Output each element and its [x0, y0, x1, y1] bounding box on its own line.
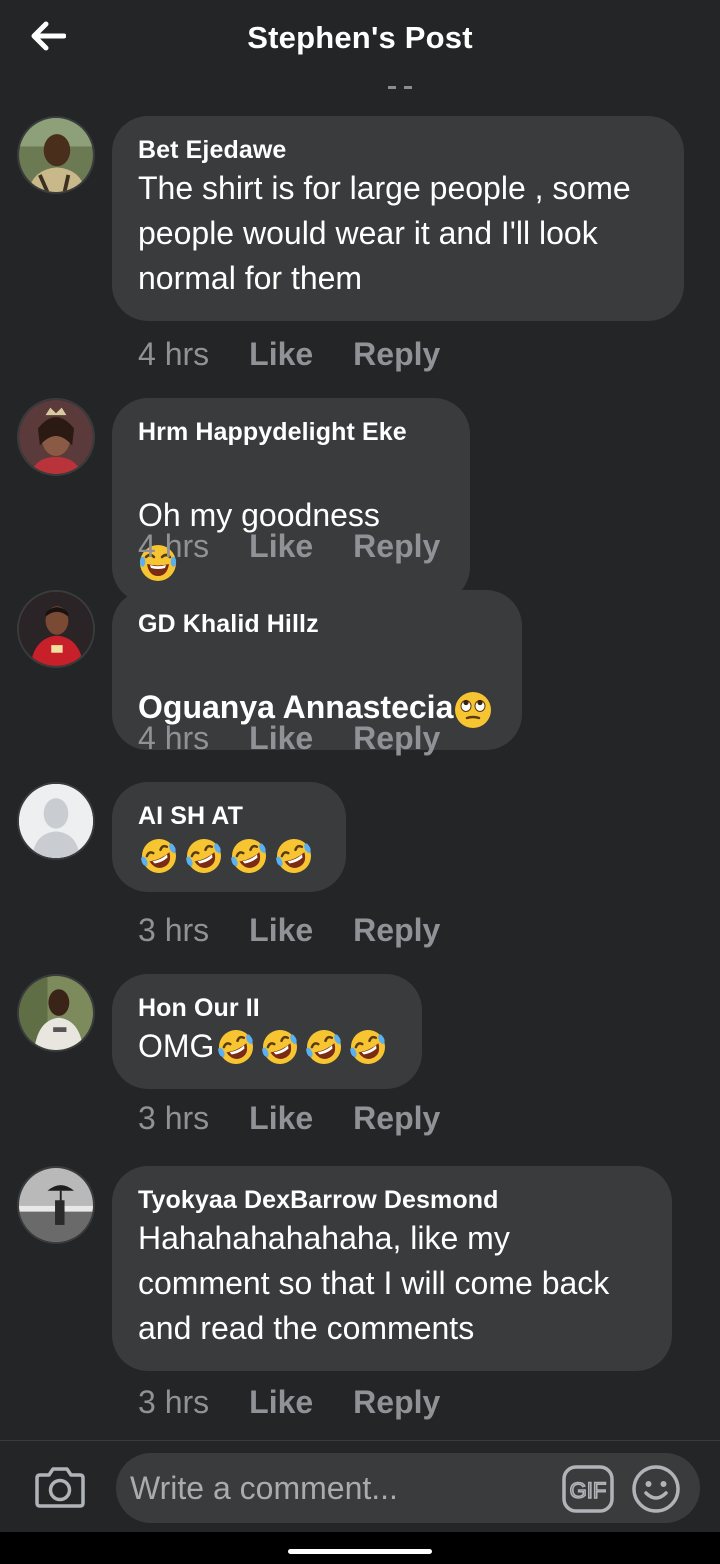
emoji-button[interactable] [630, 1463, 682, 1515]
reply-button[interactable]: Reply [353, 720, 440, 757]
camera-icon [35, 1467, 85, 1508]
comment-actions: 3 hrs Like Reply [138, 912, 440, 949]
comment-actions: 4 hrs Like Reply [138, 528, 440, 565]
rolling-on-floor-laughing-emoji-icon [262, 1029, 298, 1064]
comment-timestamp: 4 hrs [138, 720, 210, 756]
gif-button[interactable]: GIF [562, 1465, 614, 1513]
rolling-on-floor-laughing-emoji-icon [306, 1029, 342, 1064]
comment-text: The shirt is for large people , some peo… [138, 170, 631, 296]
default-profile-icon [19, 784, 93, 858]
reply-button[interactable]: Reply [353, 1100, 440, 1137]
avatar[interactable] [17, 974, 95, 1052]
comment-text: OMG [138, 1024, 396, 1069]
reply-button[interactable]: Reply [353, 528, 440, 565]
comment-text-content: OMG [138, 1028, 215, 1064]
system-nav-bar [0, 1532, 720, 1564]
comment-bubble: Hrm Happydelight Eke Oh my goodness [112, 398, 470, 603]
comment-bubble: AI SH AT [112, 782, 346, 892]
comment-author[interactable]: Hon Our II [138, 992, 396, 1024]
rolling-on-floor-laughing-emoji-icon [141, 839, 176, 873]
comment-timestamp: 3 hrs [138, 1100, 210, 1136]
avatar[interactable] [17, 590, 95, 668]
like-button[interactable]: Like [249, 336, 313, 373]
emoji-reaction-row [138, 836, 320, 876]
rolling-on-floor-laughing-emoji-icon [231, 839, 266, 873]
like-button[interactable]: Like [249, 528, 313, 565]
like-button[interactable]: Like [249, 720, 313, 757]
rolling-on-floor-laughing-emoji-icon [276, 839, 311, 873]
rolling-on-floor-laughing-emoji-icon [350, 1029, 386, 1064]
comment-timestamp: 4 hrs [138, 336, 210, 372]
avatar[interactable] [17, 1166, 95, 1244]
comment-actions: 4 hrs Like Reply [138, 336, 440, 373]
gif-icon: GIF [562, 1465, 614, 1513]
comment-actions: 3 hrs Like Reply [138, 1384, 440, 1421]
comment-bubble: Bet Ejedawe The shirt is for large peopl… [112, 116, 684, 321]
like-button[interactable]: Like [249, 1384, 313, 1421]
avatar[interactable] [17, 116, 95, 194]
comment-text: Oguanya Annastecia [138, 640, 496, 730]
post-comments-screen: Stephen's Post Bet Ejedawe The shirt is … [0, 0, 720, 1564]
home-indicator[interactable] [288, 1549, 432, 1554]
comment-author[interactable]: AI SH AT [138, 800, 320, 832]
comment-author[interactable]: Hrm Happydelight Eke [138, 416, 444, 448]
like-button[interactable]: Like [249, 912, 313, 949]
comment-author[interactable]: Bet Ejedawe [138, 134, 658, 166]
smiley-icon [632, 1465, 680, 1513]
comment-author[interactable]: Tyokyaa DexBarrow Desmond [138, 1184, 646, 1216]
comment-text: Hahahahahahaha, like my comment so that … [138, 1220, 610, 1346]
rolling-on-floor-laughing-emoji-icon [186, 839, 221, 873]
avatar[interactable] [17, 782, 95, 860]
top-bar: Stephen's Post [0, 0, 720, 80]
reply-button[interactable]: Reply [353, 912, 440, 949]
comment-author[interactable]: GD Khalid Hillz [138, 608, 496, 640]
gif-label: GIF [570, 1478, 607, 1503]
comment-timestamp: 3 hrs [138, 1384, 210, 1420]
rolling-on-floor-laughing-emoji-icon [218, 1029, 254, 1064]
comment-bubble: Tyokyaa DexBarrow Desmond Hahahahahahaha… [112, 1166, 672, 1371]
page-title: Stephen's Post [247, 20, 473, 55]
like-button[interactable]: Like [249, 1100, 313, 1137]
comment-composer: GIF [0, 1440, 720, 1532]
camera-button[interactable] [34, 1465, 90, 1513]
avatar[interactable] [17, 398, 95, 476]
comment-timestamp: 4 hrs [138, 528, 210, 564]
comment-actions: 4 hrs Like Reply [138, 720, 440, 757]
comment-bubble: Hon Our II OMG [112, 974, 422, 1089]
reply-button[interactable]: Reply [353, 336, 440, 373]
rolling-eyes-emoji-icon [455, 691, 492, 728]
reply-button[interactable]: Reply [353, 1384, 440, 1421]
comment-timestamp: 3 hrs [138, 912, 210, 948]
comment-actions: 3 hrs Like Reply [138, 1100, 440, 1137]
